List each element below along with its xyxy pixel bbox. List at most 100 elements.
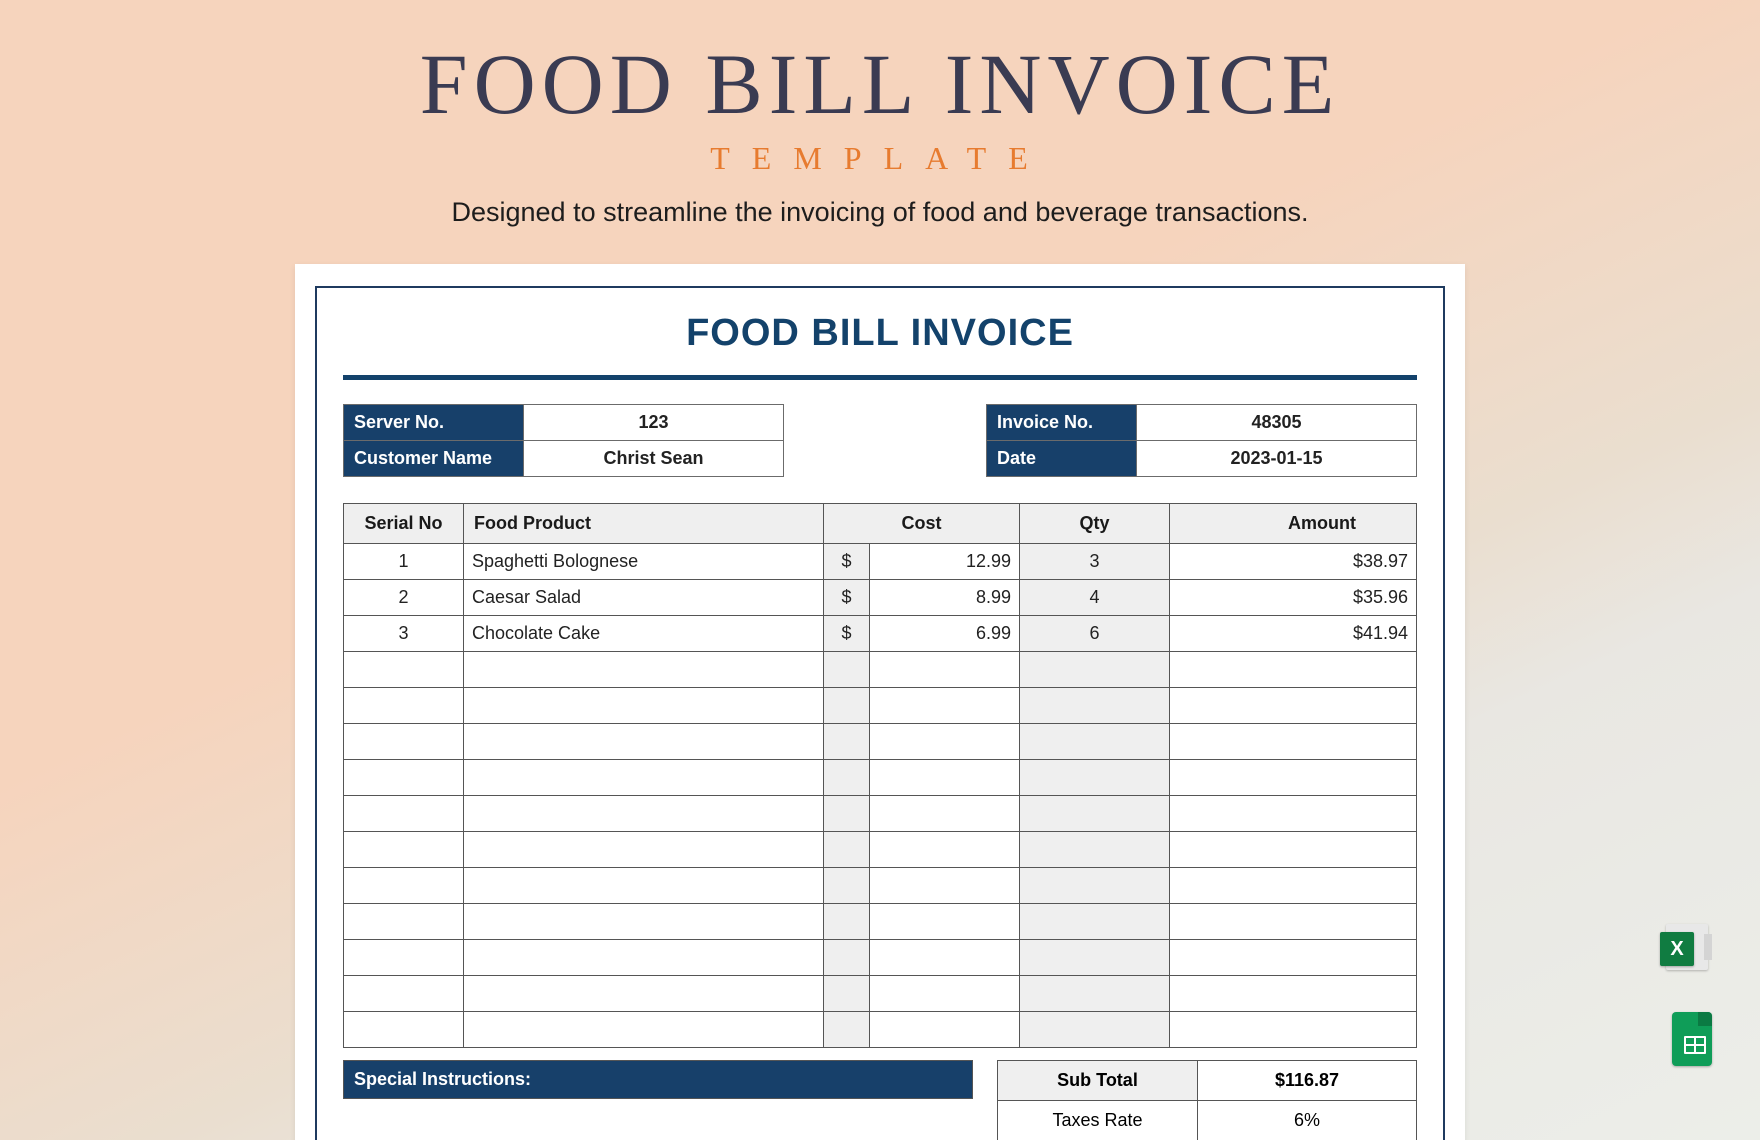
- cell-cost: [870, 1012, 1020, 1048]
- cell-amount: [1170, 1012, 1417, 1048]
- cell-qty: [1020, 688, 1170, 724]
- cell-cost: [870, 760, 1020, 796]
- cell-serial: [344, 976, 464, 1012]
- invoice-no-value: 48305: [1137, 405, 1417, 441]
- cell-amount: $38.97: [1170, 544, 1417, 580]
- meta-table-left: Server No. 123 Customer Name Christ Sean: [343, 404, 784, 477]
- cell-product: [464, 832, 824, 868]
- cell-product: [464, 904, 824, 940]
- table-row: 1Spaghetti Bolognese$12.993$38.97: [344, 544, 1417, 580]
- cell-serial: [344, 940, 464, 976]
- cell-product: [464, 1012, 824, 1048]
- excel-icon[interactable]: X: [1666, 918, 1724, 976]
- cell-product: [464, 940, 824, 976]
- server-no-value: 123: [524, 405, 784, 441]
- cell-product: [464, 868, 824, 904]
- cell-serial: [344, 832, 464, 868]
- table-row: [344, 760, 1417, 796]
- items-header-row: Serial No Food Product Cost Qty Amount: [344, 504, 1417, 544]
- items-table: Serial No Food Product Cost Qty Amount 1…: [343, 503, 1417, 1048]
- table-row: [344, 724, 1417, 760]
- cell-currency: [824, 1012, 870, 1048]
- cell-qty: [1020, 904, 1170, 940]
- table-row: 3Chocolate Cake$6.996$41.94: [344, 616, 1417, 652]
- cell-amount: [1170, 724, 1417, 760]
- cell-cost: 6.99: [870, 616, 1020, 652]
- cell-currency: [824, 940, 870, 976]
- table-row: [344, 796, 1417, 832]
- bottom-section: Special Instructions: Sub Total $116.87 …: [343, 1060, 1417, 1140]
- cell-qty: [1020, 832, 1170, 868]
- meta-row: Server No. 123 Customer Name Christ Sean…: [343, 404, 1417, 477]
- cell-serial: [344, 796, 464, 832]
- cell-currency: $: [824, 616, 870, 652]
- cell-currency: $: [824, 580, 870, 616]
- cell-product: [464, 796, 824, 832]
- cell-product: Chocolate Cake: [464, 616, 824, 652]
- cell-currency: [824, 724, 870, 760]
- special-instructions-label: Special Instructions:: [343, 1060, 973, 1099]
- subtotal-value: $116.87: [1198, 1061, 1417, 1101]
- cell-product: [464, 724, 824, 760]
- col-cost: Cost: [824, 504, 1020, 544]
- cell-product: Spaghetti Bolognese: [464, 544, 824, 580]
- customer-name-value: Christ Sean: [524, 441, 784, 477]
- cell-serial: 3: [344, 616, 464, 652]
- google-sheets-icon[interactable]: [1666, 1012, 1724, 1070]
- cell-amount: [1170, 904, 1417, 940]
- cell-currency: [824, 796, 870, 832]
- table-row: [344, 652, 1417, 688]
- tax-rate-label: Taxes Rate: [998, 1101, 1198, 1140]
- totals-table: Sub Total $116.87 Taxes Rate 6%: [997, 1060, 1417, 1140]
- hero-subtitle: TEMPLATE: [0, 140, 1760, 177]
- title-rule: [343, 375, 1417, 380]
- cell-qty: [1020, 724, 1170, 760]
- cell-serial: 2: [344, 580, 464, 616]
- cell-cost: [870, 688, 1020, 724]
- template-preview-stage: FOOD BILL INVOICE TEMPLATE Designed to s…: [0, 0, 1760, 1140]
- cell-amount: [1170, 688, 1417, 724]
- cell-qty: [1020, 1012, 1170, 1048]
- subtotal-label: Sub Total: [998, 1061, 1198, 1101]
- cell-qty: [1020, 796, 1170, 832]
- table-row: [344, 940, 1417, 976]
- cell-product: Caesar Salad: [464, 580, 824, 616]
- cell-amount: [1170, 940, 1417, 976]
- cell-product: [464, 688, 824, 724]
- cell-currency: [824, 652, 870, 688]
- cell-serial: [344, 868, 464, 904]
- cell-currency: [824, 904, 870, 940]
- cell-qty: 3: [1020, 544, 1170, 580]
- cell-currency: [824, 976, 870, 1012]
- format-icons: X: [1666, 918, 1724, 1070]
- cell-serial: [344, 1012, 464, 1048]
- server-no-label: Server No.: [344, 405, 524, 441]
- table-row: 2Caesar Salad$8.994$35.96: [344, 580, 1417, 616]
- cell-amount: $41.94: [1170, 616, 1417, 652]
- table-row: [344, 904, 1417, 940]
- hero: FOOD BILL INVOICE TEMPLATE Designed to s…: [0, 0, 1760, 228]
- table-row: [344, 868, 1417, 904]
- cell-amount: [1170, 760, 1417, 796]
- cell-product: [464, 760, 824, 796]
- invoice-document: FOOD BILL INVOICE Server No. 123 Custome…: [315, 286, 1445, 1140]
- table-row: [344, 688, 1417, 724]
- cell-product: [464, 652, 824, 688]
- cell-currency: [824, 868, 870, 904]
- cell-serial: [344, 688, 464, 724]
- cell-currency: $: [824, 544, 870, 580]
- cell-qty: [1020, 976, 1170, 1012]
- cell-currency: [824, 688, 870, 724]
- cell-amount: $35.96: [1170, 580, 1417, 616]
- date-value: 2023-01-15: [1137, 441, 1417, 477]
- cell-currency: [824, 760, 870, 796]
- document-title: FOOD BILL INVOICE: [343, 312, 1417, 355]
- cell-serial: [344, 652, 464, 688]
- customer-name-label: Customer Name: [344, 441, 524, 477]
- cell-qty: [1020, 868, 1170, 904]
- hero-title: FOOD BILL INVOICE: [0, 34, 1760, 134]
- cell-qty: 4: [1020, 580, 1170, 616]
- special-instructions: Special Instructions:: [343, 1060, 973, 1140]
- cell-cost: [870, 796, 1020, 832]
- tax-rate-value: 6%: [1198, 1101, 1417, 1140]
